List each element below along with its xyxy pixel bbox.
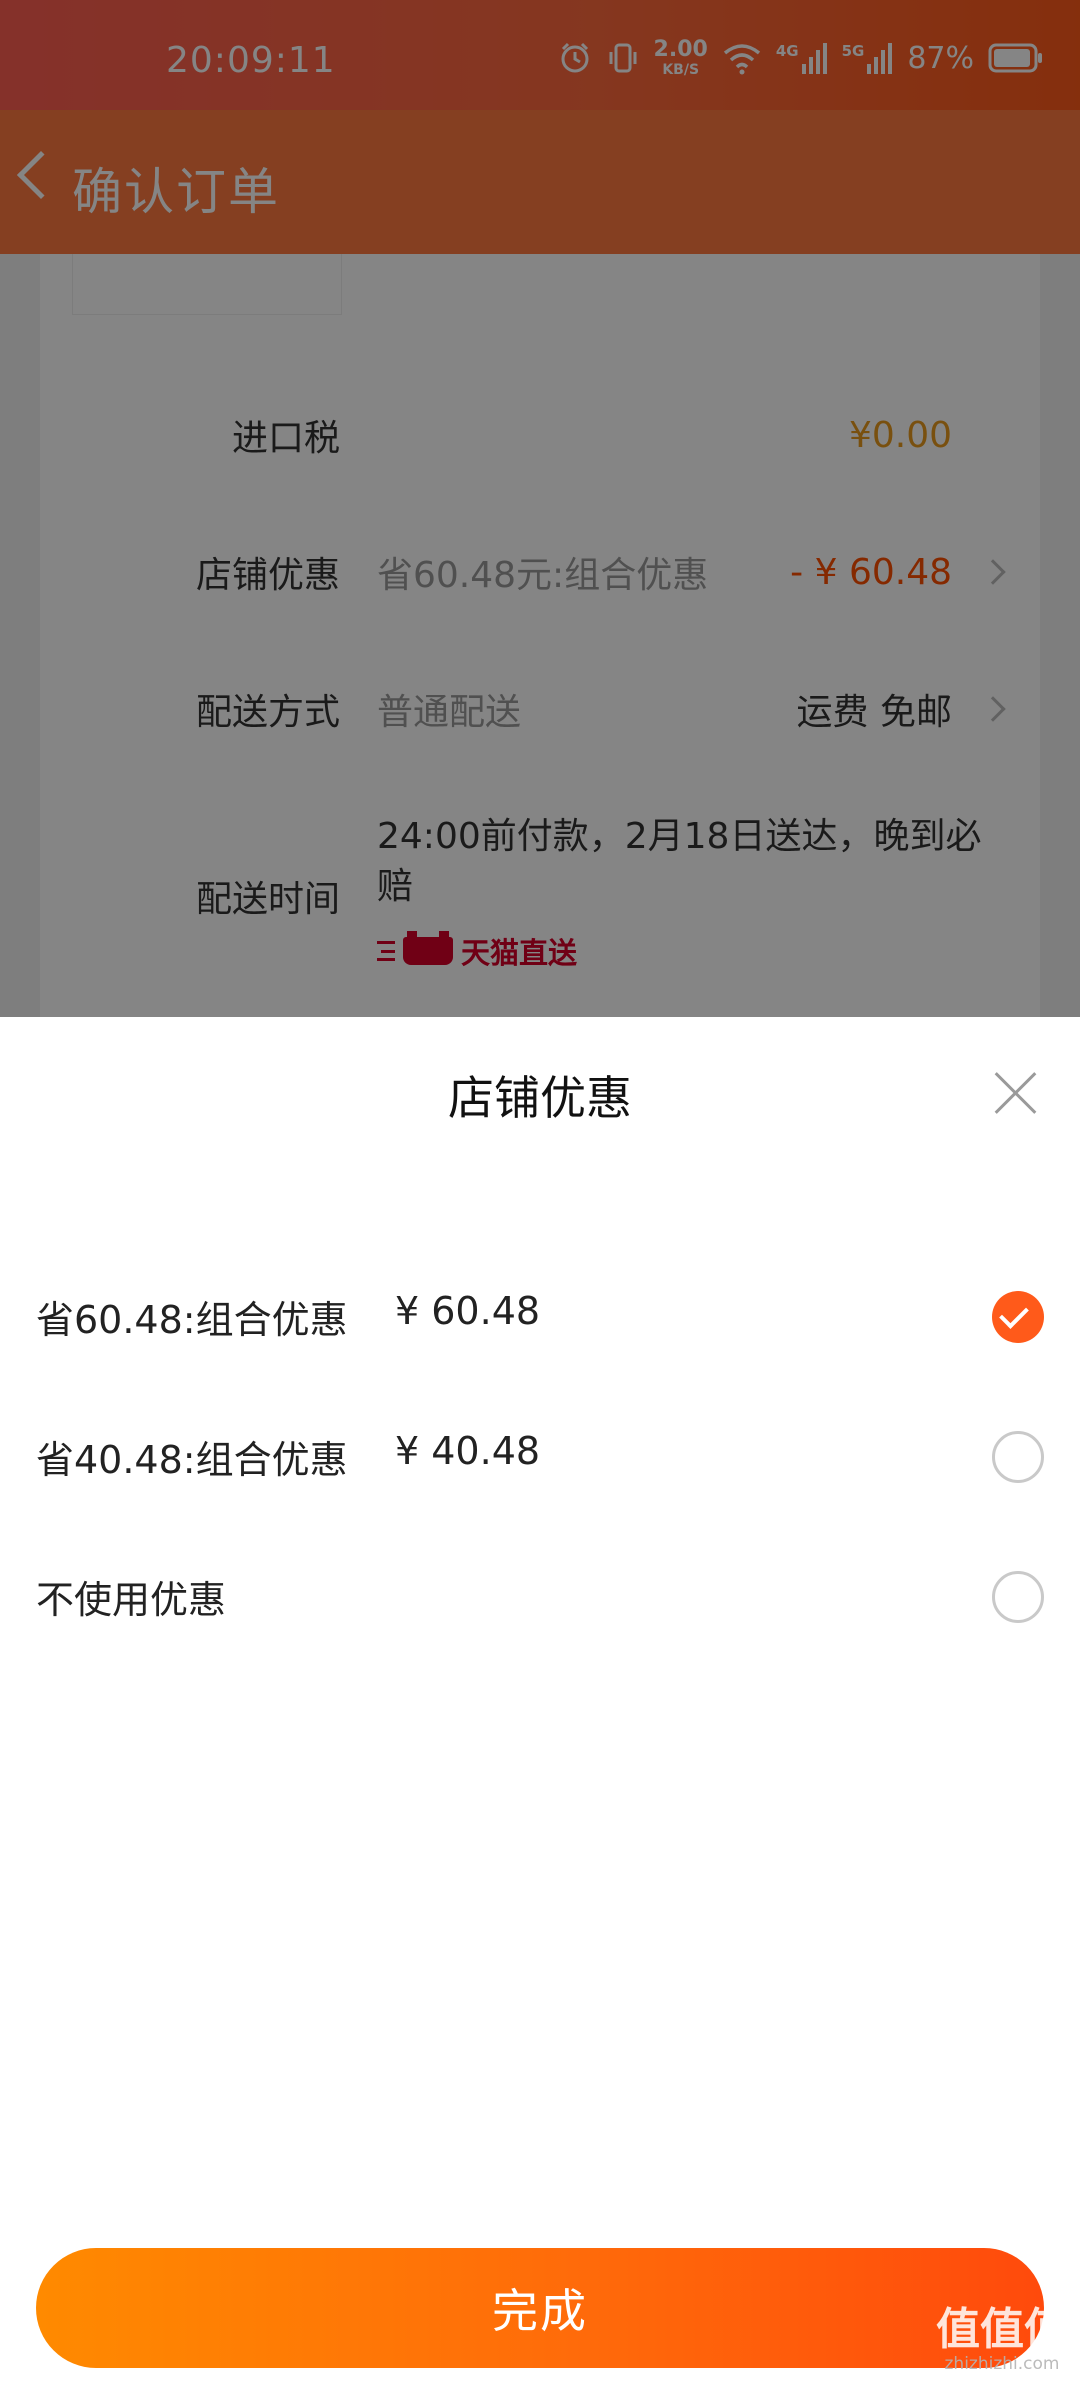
done-button[interactable]: 完成 — [36, 2248, 1044, 2368]
close-icon[interactable] — [992, 1069, 1040, 1117]
discount-option-amount: ¥ 40.48 — [395, 1429, 541, 1473]
watermark: 值值值 zhizhizhi.com — [936, 2308, 1068, 2373]
radio-unchecked-icon[interactable] — [992, 1571, 1044, 1623]
shop-discount-sheet: 店铺优惠 省60.48:组合优惠 ¥ 60.48 省40.48:组合优惠 ¥ 4… — [0, 1017, 1080, 2400]
no-discount-option[interactable]: 不使用优惠 — [0, 1535, 1080, 1655]
discount-option-label: 不使用优惠 — [36, 1578, 227, 1622]
radio-unchecked-icon[interactable] — [992, 1431, 1044, 1483]
discount-option-label: 省40.48:组合优惠 — [36, 1438, 348, 1482]
discount-option[interactable]: 省60.48:组合优惠 ¥ 60.48 — [0, 1255, 1080, 1375]
watermark-sub: zhizhizhi.com — [944, 2354, 1060, 2374]
discount-option[interactable]: 省40.48:组合优惠 ¥ 40.48 — [0, 1395, 1080, 1515]
watermark-main: 值值值 — [936, 2304, 1068, 2355]
radio-checked-icon[interactable] — [992, 1291, 1044, 1343]
modal-backdrop[interactable] — [0, 0, 1080, 1017]
discount-option-label: 省60.48:组合优惠 — [36, 1298, 348, 1342]
discount-option-amount: ¥ 60.48 — [395, 1289, 541, 1333]
sheet-title: 店铺优惠 — [448, 1071, 632, 1125]
